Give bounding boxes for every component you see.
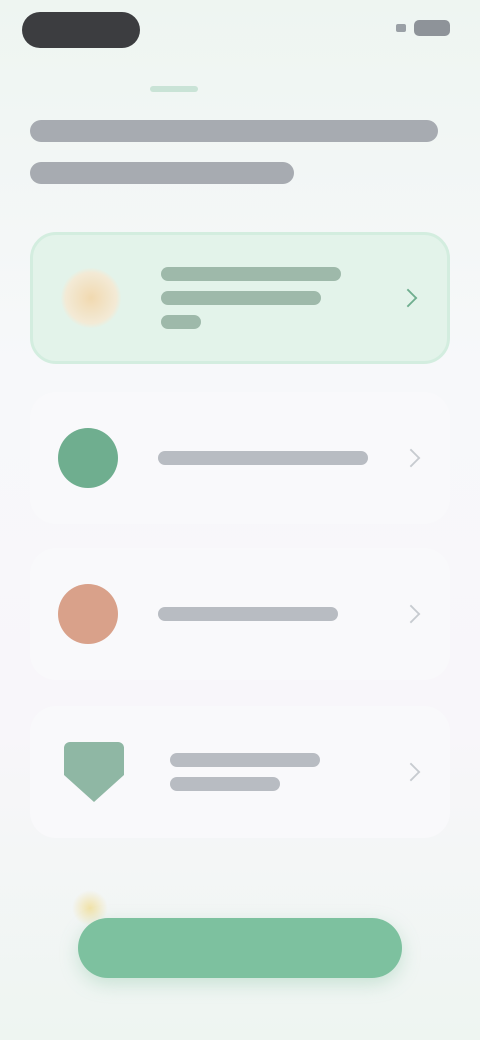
chevron-right-icon bbox=[401, 762, 421, 782]
option-text-line bbox=[161, 315, 201, 329]
circle-icon bbox=[58, 584, 118, 644]
tag-icon bbox=[61, 268, 121, 328]
progress-indicator bbox=[150, 86, 198, 92]
option-text-line bbox=[158, 451, 368, 465]
chevron-right-icon bbox=[401, 448, 421, 468]
progress-fill bbox=[150, 86, 198, 92]
page-title bbox=[30, 120, 450, 204]
option-card[interactable] bbox=[30, 548, 450, 680]
title-line bbox=[30, 120, 438, 142]
chevron-right-icon bbox=[401, 604, 421, 624]
status-icons bbox=[396, 20, 450, 36]
option-text-line bbox=[170, 753, 320, 767]
option-label bbox=[161, 267, 385, 329]
option-text-line bbox=[170, 777, 280, 791]
continue-button[interactable] bbox=[78, 918, 402, 978]
chevron-right-icon bbox=[398, 288, 418, 308]
title-line bbox=[30, 162, 294, 184]
option-label bbox=[170, 753, 388, 791]
battery-icon bbox=[414, 20, 450, 36]
time-pill bbox=[22, 12, 140, 48]
signal-icon bbox=[396, 24, 406, 32]
option-label bbox=[158, 451, 388, 465]
option-label bbox=[158, 607, 388, 621]
option-card[interactable] bbox=[30, 392, 450, 524]
circle-icon bbox=[58, 428, 118, 488]
option-text-line bbox=[161, 267, 341, 281]
option-text-line bbox=[158, 607, 338, 621]
status-bar bbox=[0, 0, 480, 64]
shield-icon bbox=[64, 742, 124, 802]
option-card[interactable] bbox=[30, 706, 450, 838]
option-card-selected[interactable] bbox=[30, 232, 450, 364]
option-text-line bbox=[161, 291, 321, 305]
